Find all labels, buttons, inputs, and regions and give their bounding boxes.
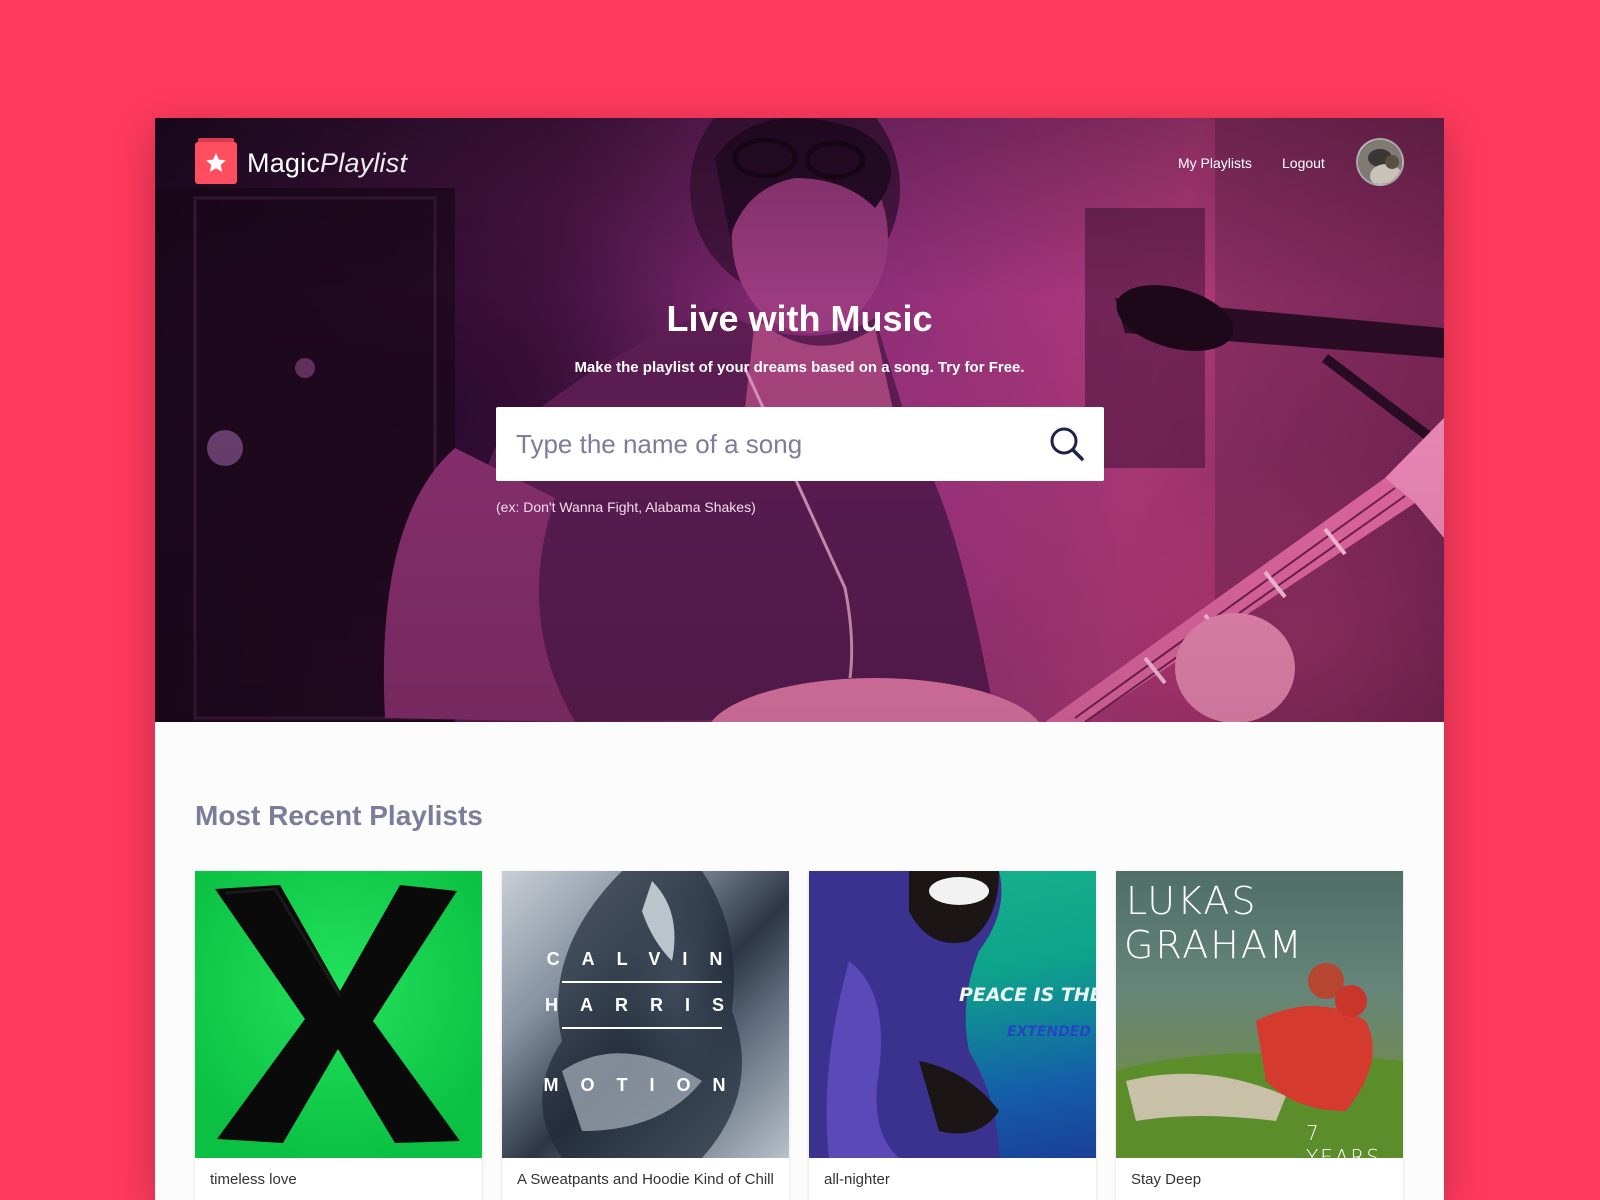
cover-divider — [562, 1027, 722, 1029]
cover-title: PEACE IS THE MISSION — [959, 984, 1096, 1006]
song-search-input[interactable] — [496, 407, 1030, 481]
my-playlists-link[interactable]: My Playlists — [1178, 155, 1252, 171]
star-icon — [195, 138, 237, 184]
playlist-name: A Sweatpants and Hoodie Kind of Chill — [517, 1171, 774, 1188]
playlist-card-all-nighter[interactable]: PEACE IS THE MISSION EXTENDED all-nighte… — [809, 871, 1096, 1200]
cover-text-line: MOTION — [543, 1075, 748, 1095]
cover-subtitle: EXTENDED — [1007, 1024, 1091, 1040]
cover-text-line: HARRIS — [544, 995, 746, 1015]
cover-divider — [562, 981, 722, 983]
playlist-name: timeless love — [210, 1171, 297, 1188]
cover-text-line: CALVIN — [546, 949, 745, 969]
hero-banner: MagicPlaylist My Playlists Logout Live w… — [155, 118, 1444, 722]
playlist-name: Stay Deep — [1131, 1171, 1202, 1188]
top-navigation: MagicPlaylist My Playlists Logout — [155, 118, 1444, 208]
playlist-name: all-nighter — [824, 1171, 890, 1188]
search-icon — [1050, 427, 1084, 461]
brand-logo[interactable]: MagicPlaylist — [195, 138, 407, 184]
brand-name: MagicPlaylist — [247, 148, 407, 179]
search-example-hint: (ex: Don't Wanna Fight, Alabama Shakes) — [496, 499, 756, 515]
album-cover — [195, 871, 482, 1158]
avatar[interactable] — [1356, 138, 1404, 186]
cover-artist-line: LUKAS — [1126, 879, 1258, 923]
playlist-card-stay-deep[interactable]: LUKAS GRAHAM 7 YEARS Stay Deep — [1116, 871, 1403, 1200]
x-artwork — [215, 885, 460, 1143]
album-cover: CALVIN HARRIS MOTION — [502, 871, 789, 1158]
album-cover: LUKAS GRAHAM 7 YEARS — [1116, 871, 1403, 1158]
app-window: MagicPlaylist My Playlists Logout Live w… — [155, 118, 1444, 1200]
hero-title: Live with Music — [666, 298, 933, 339]
playlist-card-timeless-love[interactable]: timeless love — [195, 871, 482, 1200]
brand-name-italic: Playlist — [320, 147, 408, 178]
playlist-card-sweatpants-hoodie[interactable]: CALVIN HARRIS MOTION A Sweatpants and Ho… — [502, 871, 789, 1200]
illustrated-figure-artwork: PEACE IS THE MISSION EXTENDED — [809, 871, 1096, 1158]
logout-link[interactable]: Logout — [1282, 155, 1325, 171]
search-button[interactable] — [1030, 407, 1104, 481]
brand-name-main: Magic — [247, 147, 321, 178]
cover-caption: 7 YEARS — [1306, 1121, 1382, 1158]
cover-artist-line: GRAHAM — [1124, 923, 1304, 967]
recent-playlists-heading: Most Recent Playlists — [195, 800, 483, 831]
album-cover: PEACE IS THE MISSION EXTENDED — [809, 871, 1096, 1158]
hero-subtitle: Make the playlist of your dreams based o… — [574, 359, 1025, 376]
song-search-bar — [496, 407, 1104, 481]
